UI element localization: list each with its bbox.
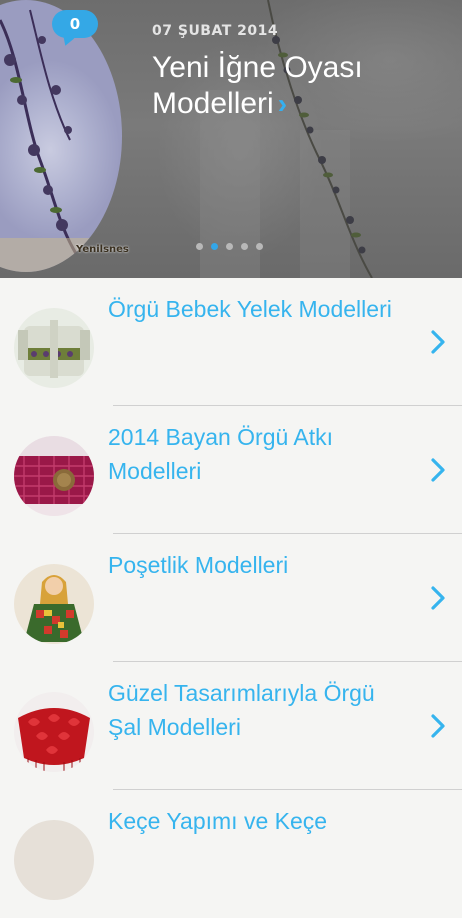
item-title: Keçe Yapımı ve Keçe xyxy=(108,808,328,834)
featured-article-banner[interactable]: Yenilsnes 0 07 ŞUBAT 2014 Yeni İğne Oyas… xyxy=(0,0,462,278)
page-dot-active[interactable] xyxy=(211,243,218,250)
article-title: Yeni İğne Oyası Modelleri xyxy=(152,51,363,120)
chevron-right-icon[interactable] xyxy=(428,584,448,612)
item-thumbnail xyxy=(14,308,94,388)
item-thumbnail xyxy=(14,820,94,900)
page-dot[interactable] xyxy=(196,243,203,250)
item-title: Poşetlik Modelleri xyxy=(108,552,289,578)
chevron-right-icon[interactable] xyxy=(428,328,448,356)
page-dot[interactable] xyxy=(256,243,263,250)
chevron-right-icon: › xyxy=(277,88,288,119)
article-date: 07 ŞUBAT 2014 xyxy=(152,23,279,39)
thumbnail-watermark: Yenilsnes xyxy=(76,244,129,255)
list-item[interactable]: Güzel Tasarımlarıyla Örgü Şal Modelleri xyxy=(0,662,462,790)
page-dot[interactable] xyxy=(226,243,233,250)
item-title: Güzel Tasarımlarıyla Örgü Şal Modelleri xyxy=(108,680,375,740)
comment-count-badge[interactable]: 0 xyxy=(52,10,98,38)
article-title-link[interactable]: Yeni İğne Oyası Modelleri › xyxy=(152,50,442,122)
page-dot[interactable] xyxy=(241,243,248,250)
article-list: Örgü Bebek Yelek Modelleri 2014 Bayan Ör… xyxy=(0,278,462,918)
item-thumbnail xyxy=(14,692,94,772)
list-item[interactable]: Poşetlik Modelleri xyxy=(0,534,462,662)
item-thumbnail xyxy=(14,564,94,644)
item-thumbnail xyxy=(14,436,94,516)
item-title: Örgü Bebek Yelek Modelleri xyxy=(108,296,392,322)
chevron-right-icon[interactable] xyxy=(428,712,448,740)
list-item[interactable]: Örgü Bebek Yelek Modelleri xyxy=(0,278,462,406)
carousel-page-indicator[interactable] xyxy=(196,243,271,251)
item-title: 2014 Bayan Örgü Atkı Modelleri xyxy=(108,424,334,484)
chevron-right-icon[interactable] xyxy=(428,456,448,484)
list-item[interactable]: 2014 Bayan Örgü Atkı Modelleri xyxy=(0,406,462,534)
list-item[interactable]: Keçe Yapımı ve Keçe xyxy=(0,790,462,918)
